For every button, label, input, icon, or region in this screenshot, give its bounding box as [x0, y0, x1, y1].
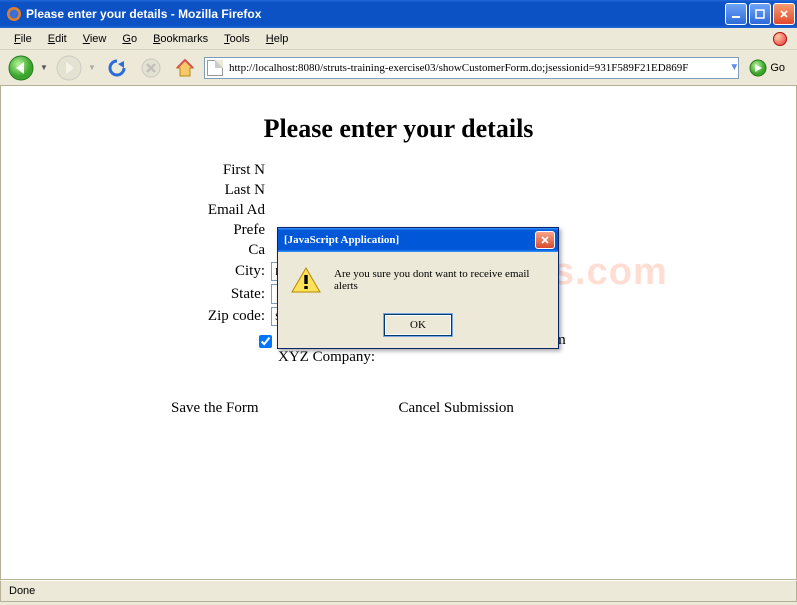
forward-button: [54, 53, 84, 83]
firefox-icon: [6, 6, 22, 22]
menu-edit[interactable]: Edit: [40, 31, 75, 47]
url-input[interactable]: [227, 61, 726, 75]
dialog-close-button[interactable]: [535, 231, 555, 249]
status-text: Done: [9, 585, 35, 597]
menu-tools[interactable]: Tools: [216, 31, 258, 47]
promo-checkbox[interactable]: [259, 335, 272, 348]
dialog-title: [JavaScript Application]: [284, 234, 535, 246]
label-first-name: First N: [1, 162, 271, 179]
page-content: www.java2s.com Please enter your details…: [0, 86, 797, 580]
save-button[interactable]: Save the Form: [171, 400, 259, 417]
page-heading: Please enter your details: [1, 114, 796, 144]
url-dropdown-icon[interactable]: ▼: [726, 62, 736, 73]
forward-dropdown-icon: ▼: [88, 63, 98, 72]
page-icon: [207, 60, 223, 76]
cancel-button[interactable]: Cancel Submission: [399, 400, 514, 417]
stop-button: [136, 53, 166, 83]
minimize-button[interactable]: [725, 3, 747, 25]
back-dropdown-icon[interactable]: ▼: [40, 63, 50, 72]
window-title: Please enter your details - Mozilla Fire…: [26, 7, 725, 21]
status-bar: Done: [0, 580, 797, 602]
reload-button[interactable]: [102, 53, 132, 83]
window-titlebar: Please enter your details - Mozilla Fire…: [0, 0, 797, 28]
menu-file[interactable]: File: [6, 31, 40, 47]
home-button[interactable]: [170, 53, 200, 83]
label-last-name: Last N: [1, 182, 271, 199]
js-alert-dialog: [JavaScript Application] Are you sure yo…: [277, 227, 559, 349]
warning-icon: [290, 266, 322, 294]
back-button[interactable]: [6, 53, 36, 83]
menu-bookmarks[interactable]: Bookmarks: [145, 31, 216, 47]
address-bar[interactable]: ▼: [204, 57, 739, 79]
dialog-message: Are you sure you dont want to receive em…: [334, 266, 546, 292]
go-label: Go: [770, 62, 785, 74]
window-close-button[interactable]: [773, 3, 795, 25]
maximize-button[interactable]: [749, 3, 771, 25]
go-button[interactable]: Go: [743, 59, 791, 77]
menu-bar: File Edit View Go Bookmarks Tools Help: [0, 28, 797, 50]
menu-go[interactable]: Go: [114, 31, 145, 47]
label-email: Email Ad: [1, 202, 271, 219]
label-zip: Zip code:: [1, 308, 271, 325]
label-ca: Ca: [1, 242, 271, 259]
label-pref: Prefe: [1, 222, 271, 239]
dialog-titlebar: [JavaScript Application]: [278, 228, 558, 252]
dialog-ok-button[interactable]: OK: [384, 314, 452, 336]
close-document-icon[interactable]: [773, 32, 787, 46]
window-buttons: [725, 3, 795, 25]
label-state: State:: [1, 286, 271, 303]
label-city: City:: [1, 263, 271, 280]
nav-toolbar: ▼ ▼ ▼ Go: [0, 50, 797, 86]
menu-view[interactable]: View: [75, 31, 115, 47]
menu-help[interactable]: Help: [258, 31, 297, 47]
